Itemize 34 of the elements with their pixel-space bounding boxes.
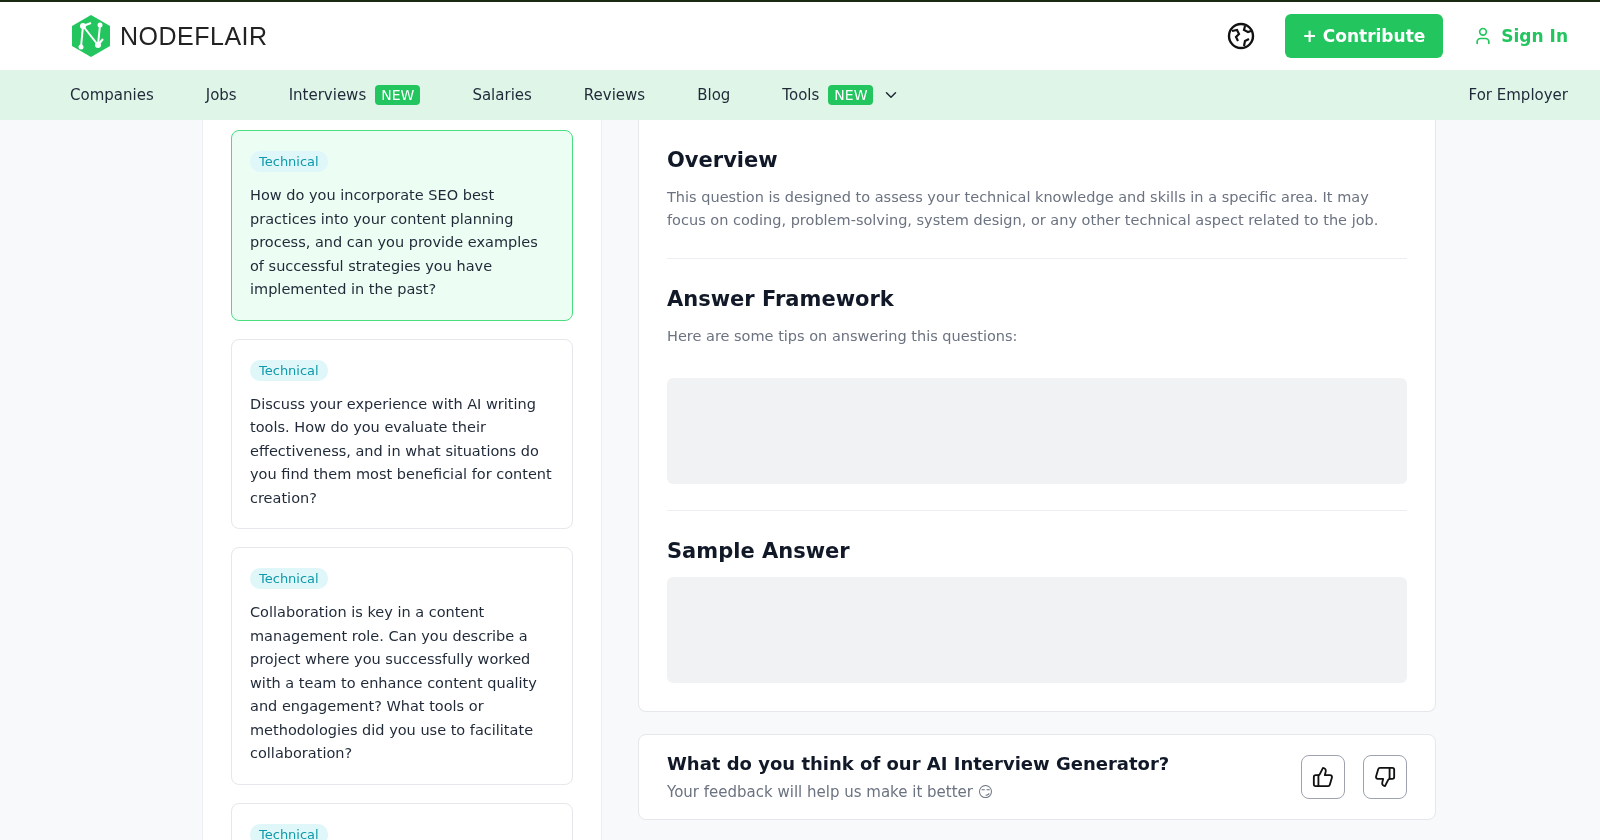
nav-link[interactable]: Jobs [205,86,237,104]
new-badge: NEW [375,85,421,105]
thumbs-down-button[interactable] [1363,755,1407,799]
question-text: Collaboration is key in a content management role. Can you describe a project where you successfully worked with a team to enhance content quality and engagement? What tools or methodologies did you use to facilitate collaboration? [250,603,538,763]
question-text: Discuss your experience with AI writing tools. How do you evaluate their effectiveness, and in what situations do you find them most beneficial for content creation? [250,394,553,508]
thumbs-up-icon [1312,766,1334,788]
question-card[interactable]: Technical Discuss your experience with AI writing tools. How do you evaluate their effectiveness, and in what situations do you find them most beneficial for content creation? [231,338,573,529]
category-tag: Technical [250,151,328,172]
nav-link[interactable]: Reviews [583,86,646,104]
logo-icon [70,14,112,58]
section-title: Sample Answer [667,539,851,563]
employer-link[interactable]: For Employer [1468,86,1568,104]
category-tag: Technical [250,359,328,381]
category-tag: Technical [250,568,328,589]
question-card[interactable]: Technical How do you incorporate SEO best practices into your content planning process, and can you provide examples of successful strategies you have implemented in the past? [231,130,573,321]
question-text: How do you incorporate SEO best practices into your content planning process, and can you provide examples of successful strategies you have implemented in the past? [250,186,539,299]
globe-icon[interactable] [1226,22,1255,50]
nav-link[interactable]: Blog [697,86,731,104]
nav-link[interactable]: Tools NEW [782,85,901,105]
nav-link[interactable]: Companies [70,86,154,104]
feedback-title: What do you think of our AI Interview Generator? [667,753,1170,774]
category-tag: Technical [250,823,328,840]
feedback-subtitle: Your feedback will help us make it better 😏 [667,783,995,801]
section-text: This question is designed to assess your technical knowledge and skills in a specific area. It may focus on coding, problem-solving, system design, or any other technical aspect related to the job. [667,188,1380,230]
new-badge: NEW [828,85,874,105]
section-title: Overview [667,148,779,172]
thumbs-up-button[interactable] [1301,755,1345,799]
nav-link[interactable]: Salaries [472,86,532,104]
question-card[interactable] [231,547,573,785]
thumbs-down-icon [1374,766,1396,788]
section-text: Here are some tips on answering this questions: [667,327,1019,346]
logo-text[interactable]: NODEFLAIR [120,21,268,51]
section-title: Answer Framework [667,287,895,311]
nav-link[interactable]: Interviews NEW [288,85,421,105]
